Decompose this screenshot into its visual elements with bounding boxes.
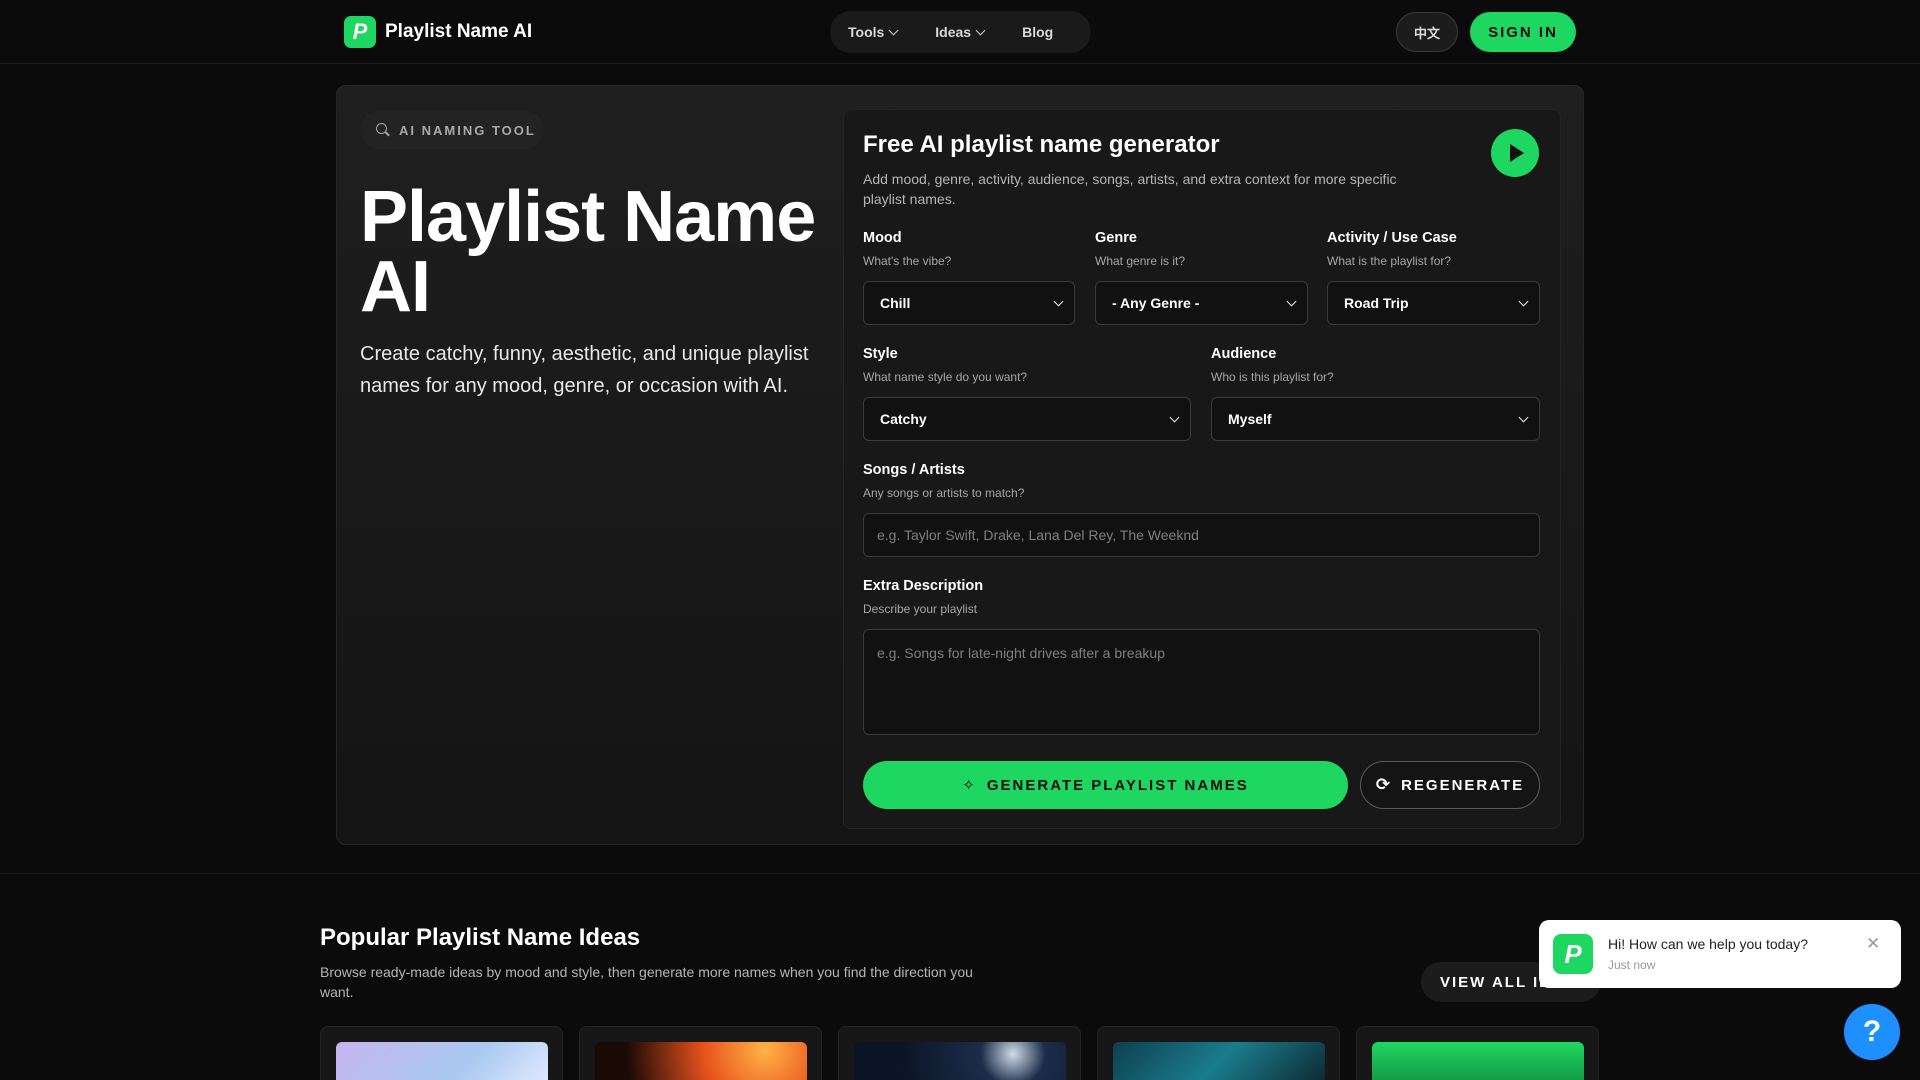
badge-label: AI NAMING TOOL xyxy=(399,122,536,138)
songs-label: Songs / Artists xyxy=(863,462,965,478)
chat-brand-logo-icon: P xyxy=(1553,934,1593,974)
language-button[interactable]: 中文 xyxy=(1396,12,1458,52)
songs-help: Any songs or artists to match? xyxy=(863,486,1025,500)
nav-ideas-label: Ideas xyxy=(935,24,972,40)
mood-help: What's the vibe? xyxy=(863,254,952,268)
genre-value: - Any Genre - xyxy=(1112,295,1200,311)
generate-label: GENERATE PLAYLIST NAMES xyxy=(986,776,1249,794)
chat-message: Hi! How can we help you today? xyxy=(1608,936,1808,952)
chevron-down-icon xyxy=(975,25,986,35)
chevron-down-icon xyxy=(888,25,899,35)
songs-artists-input[interactable]: e.g. Taylor Swift, Drake, Lana Del Rey, … xyxy=(863,513,1540,557)
style-value: Catchy xyxy=(880,411,927,427)
audience-help: Who is this playlist for? xyxy=(1211,370,1334,384)
extra-description-label: Extra Description xyxy=(863,578,984,594)
activity-label: Activity / Use Case xyxy=(1327,230,1457,246)
chevron-down-icon xyxy=(1169,412,1180,423)
chevron-down-icon xyxy=(1518,296,1529,307)
extra-placeholder: e.g. Songs for late-night drives after a… xyxy=(877,645,1165,661)
chevron-down-icon xyxy=(1518,412,1529,423)
mood-select[interactable]: Chill xyxy=(863,281,1075,325)
brand-name: Playlist Name AI xyxy=(385,21,533,42)
chat-popup[interactable] xyxy=(1539,920,1901,988)
refresh-icon: ⟳ xyxy=(1375,775,1393,794)
style-help: What name style do you want? xyxy=(863,370,1028,384)
ai-naming-tool-badge: AI NAMING TOOL xyxy=(360,111,544,149)
generate-button[interactable]: ✧ GENERATE PLAYLIST NAMES xyxy=(863,761,1348,809)
audience-value: Myself xyxy=(1228,411,1272,427)
idea-card-image xyxy=(336,1042,548,1080)
generator-description: Add mood, genre, activity, audience, son… xyxy=(863,171,1397,207)
regenerate-button[interactable]: ⟳ REGENERATE xyxy=(1360,761,1540,809)
chevron-down-icon xyxy=(1053,296,1064,307)
activity-select[interactable]: Road Trip xyxy=(1327,281,1540,325)
close-icon[interactable]: ✕ xyxy=(1866,934,1880,954)
extra-description-help: Describe your playlist xyxy=(863,602,978,616)
mood-label: Mood xyxy=(863,230,902,246)
chevron-down-icon xyxy=(1286,296,1297,307)
play-button[interactable] xyxy=(1491,129,1539,177)
songs-placeholder: e.g. Taylor Swift, Drake, Lana Del Rey, … xyxy=(877,527,1199,543)
style-label: Style xyxy=(863,346,898,362)
nav-ideas[interactable]: Ideas xyxy=(935,24,986,40)
idea-card-image xyxy=(595,1042,807,1080)
nav-tools-label: Tools xyxy=(848,24,885,40)
brand-logo-icon: P xyxy=(344,16,376,48)
page-title: Playlist Name AI xyxy=(360,177,816,327)
audience-select[interactable]: Myself xyxy=(1211,397,1540,441)
search-icon xyxy=(376,123,390,137)
sparkle-icon: ✧ xyxy=(962,777,977,794)
nav-blog-label: Blog xyxy=(1022,24,1054,40)
section-divider xyxy=(0,873,1920,874)
popular-section-title: Popular Playlist Name Ideas xyxy=(320,924,641,951)
sign-in-button[interactable]: SIGN IN xyxy=(1470,12,1576,52)
idea-card-image xyxy=(1113,1042,1325,1080)
nav-tools[interactable]: Tools xyxy=(848,24,899,40)
extra-description-textarea[interactable]: e.g. Songs for late-night drives after a… xyxy=(863,629,1540,735)
popular-section-description: Browse ready-made ideas by mood and styl… xyxy=(320,964,973,1000)
genre-help: What genre is it? xyxy=(1095,254,1186,268)
chat-timestamp: Just now xyxy=(1608,958,1656,972)
genre-label: Genre xyxy=(1095,230,1137,246)
style-select[interactable]: Catchy xyxy=(863,397,1191,441)
idea-card-image xyxy=(1372,1042,1584,1080)
regenerate-label: REGENERATE xyxy=(1401,776,1525,794)
audience-label: Audience xyxy=(1211,346,1277,362)
genre-select[interactable]: - Any Genre - xyxy=(1095,281,1308,325)
play-icon xyxy=(1510,144,1524,162)
brand-logo-link[interactable]: P Playlist Name AI xyxy=(344,16,532,48)
idea-card-image xyxy=(854,1042,1066,1080)
main-nav: Tools Ideas Blog xyxy=(830,11,1091,53)
activity-help: What is the playlist for? xyxy=(1327,254,1452,268)
top-navbar: P Playlist Name AI Tools Ideas Blog 中文 S… xyxy=(0,0,1920,64)
help-chat-button[interactable]: ? xyxy=(1844,1004,1900,1060)
nav-blog[interactable]: Blog xyxy=(1022,24,1053,40)
generator-title: Free AI playlist name generator xyxy=(863,131,1220,158)
hero-subtitle: Create catchy, funny, aesthetic, and uni… xyxy=(360,343,809,397)
mood-value: Chill xyxy=(880,295,911,311)
activity-value: Road Trip xyxy=(1344,295,1409,311)
